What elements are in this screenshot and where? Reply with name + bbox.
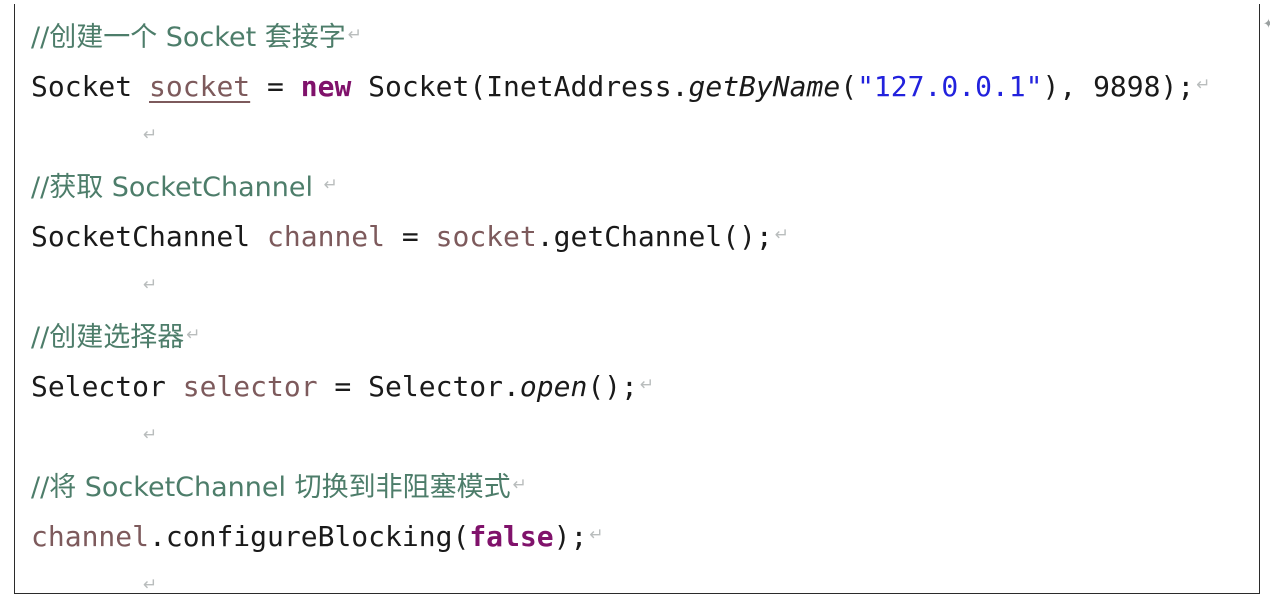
code-line[interactable]: ↵ [31, 260, 1259, 310]
soft-return-icon: ↵ [589, 525, 604, 545]
soft-return-icon: ↵ [512, 475, 527, 495]
soft-return-icon: ↵ [143, 575, 158, 594]
code-token-comment: //将 SocketChannel 切换到非阻塞模式 [31, 472, 511, 503]
code-token-plain: .configureBlocking( [149, 520, 470, 553]
code-block-frame: //创建一个 Socket 套接字 ↵ Socket socket = new So… [14, 4, 1260, 594]
code-line[interactable]: //创建选择器 ↵ [31, 310, 1259, 360]
soft-return-icon: ↵ [143, 125, 158, 145]
soft-return-icon: ↵ [143, 275, 158, 295]
code-token-str: "127.0.0.1" [857, 70, 1043, 103]
code-token-plain: Selector [31, 370, 183, 403]
code-line[interactable]: Socket socket = new Socket(InetAddress.g… [31, 60, 1259, 110]
code-line[interactable]: Selector selector = Selector.open(); ↵ [31, 360, 1259, 410]
code-token-var-decl: socket [149, 70, 251, 103]
code-token-plain: ); [1160, 70, 1195, 103]
soft-return-icon: ↵ [347, 25, 362, 45]
code-token-plain: SocketChannel [31, 220, 268, 253]
code-token-plain: Socket [31, 70, 150, 103]
code-line[interactable]: //获取 SocketChannel ↵ [31, 160, 1259, 210]
code-token-plain: .getChannel(); [536, 220, 773, 253]
code-token-plain: = [250, 70, 301, 103]
soft-return-icon: ↵ [143, 425, 158, 445]
code-token-plain: ( [840, 70, 858, 103]
code-line[interactable]: ↵ [31, 410, 1259, 460]
code-token-plain: (); [587, 370, 638, 403]
code-token-var: selector [182, 370, 318, 403]
code-token-plain: ), [1042, 70, 1094, 103]
code-token-plain: = Selector. [317, 370, 520, 403]
code-line[interactable]: //将 SocketChannel 切换到非阻塞模式 ↵ [31, 460, 1259, 510]
code-token-plain: ); [553, 520, 588, 553]
soft-return-icon: ↵ [1196, 75, 1211, 95]
code-token-var: socket [435, 220, 537, 253]
code-token-static: open [519, 370, 588, 403]
code-token-comment: //创建选择器 [31, 322, 185, 353]
code-token-kw: new [300, 70, 352, 103]
soft-return-icon: ↵ [186, 325, 201, 345]
code-token-kw: false [469, 520, 554, 553]
code-line[interactable]: ↵ [31, 560, 1259, 594]
soft-return-icon: ↵ [774, 225, 790, 245]
stray-paragraph-mark: ✦ [1263, 17, 1270, 32]
code-line[interactable]: //创建一个 Socket 套接字 ↵ [31, 10, 1259, 60]
code-token-static: getByName [688, 70, 841, 103]
soft-return-icon: ↵ [639, 375, 655, 395]
code-line[interactable]: channel.configureBlocking(false); ↵ [31, 510, 1259, 560]
code-token-comment: //获取 SocketChannel [31, 172, 322, 203]
code-line[interactable]: SocketChannel channel = socket.getChanne… [31, 210, 1259, 260]
code-line[interactable]: ↵ [31, 110, 1259, 160]
soft-return-icon: ↵ [323, 175, 338, 195]
code-token-plain: = [385, 220, 436, 253]
code-listing[interactable]: //创建一个 Socket 套接字 ↵ Socket socket = new So… [15, 4, 1259, 594]
code-token-plain: Socket(InetAddress. [351, 70, 689, 103]
code-token-num: 9898 [1093, 70, 1161, 103]
code-token-var: channel [31, 520, 150, 553]
code-token-comment: //创建一个 Socket 套接字 [31, 22, 346, 53]
code-token-var: channel [267, 220, 386, 253]
